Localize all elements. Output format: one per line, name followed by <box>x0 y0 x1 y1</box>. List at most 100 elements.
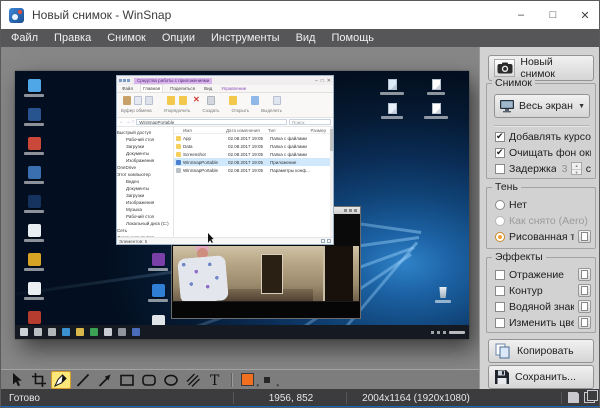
effect-settings-button[interactable] <box>578 268 591 281</box>
column-size: Размер <box>308 128 326 133</box>
clear-background-checkbox[interactable]: Очищать фон окна <box>495 146 591 159</box>
shadow-settings-button[interactable] <box>578 230 591 243</box>
desktop-icon <box>21 166 47 184</box>
delete-icon: ✕ <box>193 95 200 104</box>
menu-item[interactable]: Опции <box>154 29 203 47</box>
nav-tree-item: Локальный диск (C:) <box>117 220 173 227</box>
autocopy-icon[interactable] <box>584 392 595 403</box>
explorer-tab-manage: Управление <box>219 85 248 92</box>
copy-to-icon <box>179 96 187 105</box>
radio-icon <box>495 232 505 242</box>
taskbar-app-icon <box>20 328 28 336</box>
tool-pen-button[interactable] <box>51 371 71 389</box>
copy-button[interactable]: Копировать <box>488 339 594 363</box>
nav-tree-item: Быстрый доступ <box>117 129 173 136</box>
shadow-radio-option[interactable]: Как снято (Aero) <box>495 214 591 227</box>
editor-canvas[interactable]: Средства работы с приложениями –□✕ Файл … <box>1 47 479 369</box>
svg-text:T: T <box>210 373 220 388</box>
address-input: WinSnapPortable <box>136 119 287 125</box>
desktop-icon <box>21 108 47 126</box>
radio-icon <box>495 216 505 226</box>
effect-checkbox[interactable]: Водяной знак <box>495 300 591 313</box>
save-button[interactable]: Сохранить... <box>488 365 594 389</box>
status-text: Готово <box>9 391 40 406</box>
explorer-scrollbar <box>330 127 333 237</box>
effect-checkbox[interactable]: Отражение <box>495 268 591 281</box>
nav-tree-item: Рабочий стол <box>117 213 173 220</box>
capture-mode-dropdown[interactable]: Весь экран ▼ <box>494 94 590 118</box>
menu-item[interactable]: Снимок <box>99 29 154 47</box>
rename-icon <box>207 96 215 105</box>
desktop-icon <box>21 79 47 97</box>
taskbar-app-icon <box>62 328 70 336</box>
properties-icon <box>251 96 259 105</box>
delay-checkbox[interactable]: Задержка: 3 ▲▼ с <box>495 162 591 175</box>
effect-settings-button[interactable] <box>578 300 591 313</box>
tool-ellipse-button[interactable] <box>161 371 181 389</box>
desktop-icons-column-2 <box>145 253 171 333</box>
add-cursor-checkbox[interactable]: Добавлять курсор <box>495 130 591 143</box>
shadow-radio-option[interactable]: Нет <box>495 198 591 211</box>
explorer-search-input: Поиск <box>289 119 331 125</box>
tool-text-button[interactable]: T <box>205 371 225 389</box>
file-icon <box>176 144 181 149</box>
tool-crop-button[interactable] <box>29 371 49 389</box>
maximize-button[interactable]: □ <box>537 1 569 29</box>
shadow-radio-option[interactable]: Рисованная тень <box>495 230 591 243</box>
color-swatch[interactable] <box>241 373 254 386</box>
tool-select-button[interactable] <box>7 371 27 389</box>
nav-tree-item: Музыка <box>117 206 173 213</box>
paste-icon <box>123 96 131 105</box>
menu-item[interactable]: Правка <box>46 29 99 47</box>
menu-item[interactable]: Помощь <box>323 29 382 47</box>
close-button[interactable]: ✕ <box>569 1 600 29</box>
desktop-doc-icons <box>379 79 449 119</box>
ribbon-group-label: Создать <box>202 108 219 113</box>
taskbar-app-icon <box>118 328 126 336</box>
nav-tree-item: Загрузки <box>117 143 173 150</box>
menu-item[interactable]: Файл <box>3 29 46 47</box>
delay-spinner[interactable]: ▲▼ <box>571 162 581 175</box>
copy-pages-icon <box>494 343 512 359</box>
menu-item[interactable]: Вид <box>288 29 324 47</box>
explorer-tab-file: Файл <box>120 85 135 92</box>
line-width-picker[interactable]: ▾ <box>258 371 276 389</box>
tool-arrow-button[interactable] <box>95 371 115 389</box>
cursor-coordinates: 1956, 852 <box>241 391 341 406</box>
file-row: App 02.08.2017 19:05 Папка с файлами <box>174 134 330 142</box>
app-icon <box>9 8 24 23</box>
tool-hatch-button[interactable] <box>183 371 203 389</box>
tool-rectangle-button[interactable] <box>117 371 137 389</box>
file-row: Screenshot 02.08.2017 19:05 Папка с файл… <box>174 150 330 158</box>
menu-item[interactable]: Инструменты <box>203 29 288 47</box>
status-bar: Готово 1956, 852 2004x1164 (1920x1080) <box>1 389 600 408</box>
file-icon <box>176 152 181 157</box>
effect-checkbox[interactable]: Изменить цвет <box>495 316 591 329</box>
effect-checkbox[interactable]: Контур <box>495 284 591 297</box>
ribbon-group-label: Упорядочить <box>164 108 191 113</box>
tool-line-button[interactable] <box>73 371 93 389</box>
ribbon-group-label: Выделить <box>261 108 282 113</box>
explorer-nav-pane: Быстрый доступ Рабочий стол ЗагрузкиДокуме… <box>117 127 174 237</box>
color-picker[interactable]: ▾ <box>238 371 256 389</box>
effect-settings-button[interactable] <box>578 284 591 297</box>
effect-settings-button[interactable] <box>578 316 591 329</box>
explorer-statusbar: Элементов: 5 <box>117 237 333 244</box>
nav-tree-item: Изображения <box>117 199 173 206</box>
recycle-bin-icon <box>435 287 451 303</box>
nav-tree-item: Документы <box>117 150 173 157</box>
video-controls-bar <box>172 301 360 318</box>
image-size: 2004x1164 (1920x1080) <box>356 391 476 406</box>
explorer-tab-home: Главная <box>140 84 163 92</box>
select-all-icon <box>273 96 281 105</box>
move-to-icon <box>167 96 175 105</box>
tool-rounded-rectangle-button[interactable] <box>139 371 159 389</box>
snapshot-group: Снимок Весь экран ▼ Добавлять курсор Очи… <box>486 83 596 179</box>
screenshot-preview[interactable]: Средства работы с приложениями –□✕ Файл … <box>15 71 469 339</box>
minimize-button[interactable]: – <box>505 1 537 29</box>
autosave-icon[interactable] <box>568 392 579 403</box>
document-icon <box>423 103 449 119</box>
checkbox-icon <box>495 286 505 296</box>
checkbox-icon <box>495 318 505 328</box>
line-width-swatch[interactable] <box>264 377 270 383</box>
